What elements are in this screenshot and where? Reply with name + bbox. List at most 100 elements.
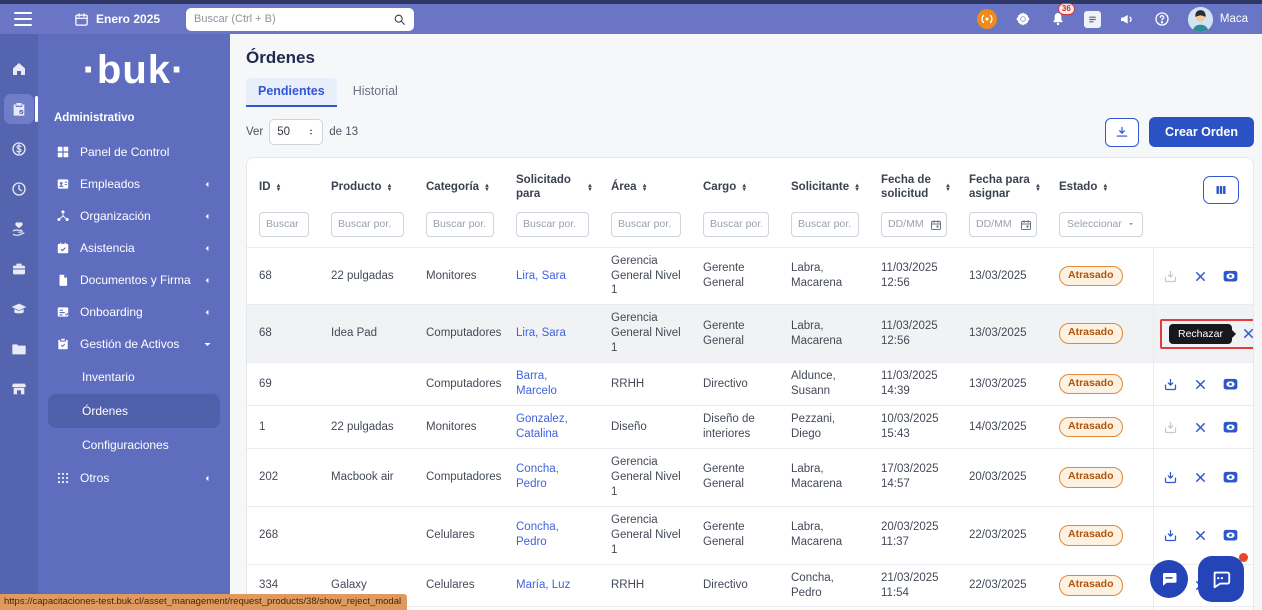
sort-icon[interactable]: ▲▼ [587,184,593,192]
column-header[interactable]: Área▲▼ [599,171,691,203]
assign-order-button[interactable] [1162,376,1179,393]
column-header[interactable]: Estado▲▼ [1047,171,1153,203]
sort-icon[interactable]: ▲▼ [484,184,490,192]
rail-folder-icon[interactable] [4,334,34,364]
notes-icon[interactable] [1084,11,1101,28]
rail-store-icon[interactable] [4,374,34,404]
reject-order-button[interactable] [1192,376,1209,393]
rail-clock-icon[interactable] [4,174,34,204]
cell-solicitante: Aldunce, Susann [779,363,869,405]
cell-estado: Atrasado [1047,519,1153,552]
sidebar-item-empleados[interactable]: Empleados [48,168,220,200]
rail-home-icon[interactable] [4,54,34,84]
employee-link[interactable]: Gonzalez, Catalina [516,413,568,440]
employee-link[interactable]: Lira, Sara [516,270,566,282]
global-search[interactable] [186,8,414,31]
rail-clipboard-icon[interactable] [4,94,34,124]
assign-order-button[interactable] [1162,268,1179,285]
period-selector[interactable]: Enero 2025 [74,12,160,27]
rail-hand-heart-icon[interactable] [4,214,34,244]
sidebar-subitem-2[interactable]: Configuraciones [48,428,220,462]
chat-bubble-button[interactable] [1150,560,1188,598]
view-order-button[interactable] [1222,376,1239,393]
sidebar-subitem-0[interactable]: Inventario [48,360,220,394]
sort-icon[interactable]: ▲▼ [276,184,282,192]
sidebar-item-gestion[interactable]: Gestión de Activos [48,328,220,360]
reject-order-button[interactable] [1192,268,1209,285]
column-header[interactable]: Solicitante▲▼ [779,171,869,203]
create-order-button[interactable]: Crear Orden [1149,117,1254,147]
chevron-left-icon [203,180,212,189]
cell-solicitante: Pezzani, Diego [779,406,869,448]
sidebar-item-org[interactable]: Organización [48,200,220,232]
column-header[interactable]: Categoría▲▼ [414,171,504,203]
rail-briefcase-icon[interactable] [4,254,34,284]
help-icon[interactable] [1153,10,1171,28]
sort-icon[interactable]: ▲▼ [1035,184,1041,192]
record-icon[interactable] [977,9,997,29]
employee-link[interactable]: Concha, Pedro [516,463,559,490]
cell-categoria: Celulares [414,522,504,549]
chat-widget-button[interactable] [1198,556,1244,602]
reject-order-button[interactable] [1192,469,1209,486]
reject-order-button[interactable] [1192,419,1209,436]
assign-order-button[interactable] [1162,469,1179,486]
rail-dollar-icon[interactable] [4,134,34,164]
download-button[interactable] [1105,118,1139,147]
view-order-button[interactable] [1222,419,1239,436]
reject-order-button[interactable] [1240,325,1254,342]
sort-icon[interactable]: ▲▼ [854,184,860,192]
search-input[interactable] [194,13,393,25]
column-header[interactable]: Cargo▲▼ [691,171,779,203]
filter-input[interactable] [516,212,589,237]
employee-link[interactable]: Lira, Sara [516,327,566,339]
column-header[interactable]: Fecha de solicitud▲▼ [869,164,957,210]
cell-area: Diseño [599,414,691,441]
sidebar-item-docs[interactable]: Documentos y Firma [48,264,220,296]
column-settings-button[interactable] [1203,176,1239,204]
column-header[interactable]: Producto▲▼ [319,171,414,203]
sidebar-item-onboarding[interactable]: Onboarding [48,296,220,328]
user-menu[interactable]: Maca [1188,7,1248,32]
filter-input[interactable] [703,212,769,237]
menu-toggle-icon[interactable] [14,12,32,26]
rail-graduation-icon[interactable] [4,294,34,324]
status-filter-select[interactable]: Seleccionar [1059,212,1143,237]
sidebar-subitem-1[interactable]: Órdenes [48,394,220,428]
assign-order-button[interactable] [1162,419,1179,436]
sidebar-item-panel[interactable]: Panel de Control [48,136,220,168]
sort-icon[interactable]: ▲▼ [642,184,648,192]
table-row: 268CelularesConcha, PedroGerencia Genera… [247,506,1253,564]
view-order-button[interactable] [1222,469,1239,486]
assign-order-button[interactable] [1162,527,1179,544]
filter-input[interactable] [791,212,859,237]
view-order-button[interactable] [1222,268,1239,285]
view-order-button[interactable] [1222,527,1239,544]
reject-order-button[interactable] [1192,527,1209,544]
filter-input[interactable] [331,212,404,237]
employee-link[interactable]: Barra, Marcelo [516,370,557,397]
per-page-select[interactable]: 50 [269,119,323,145]
sort-icon[interactable]: ▲▼ [945,184,951,192]
employee-link[interactable]: Concha, Pedro [516,521,559,548]
icon-rail [0,34,38,610]
column-header[interactable]: ID▲▼ [247,171,319,203]
sort-icon[interactable]: ▲▼ [741,184,747,192]
employee-link[interactable]: María, Luz [516,579,570,591]
gear-icon[interactable] [1014,10,1032,28]
cell-fecha-solicitud: 20/03/2025 11:37 [869,514,957,556]
status-badge: Atrasado [1059,575,1123,596]
filter-input[interactable] [259,212,309,237]
sort-icon[interactable]: ▲▼ [386,184,392,192]
megaphone-icon[interactable] [1118,10,1136,28]
sidebar-item-otros[interactable]: Otros [48,462,220,494]
filter-input[interactable] [611,212,681,237]
tab-historial[interactable]: Historial [341,78,410,107]
column-header[interactable]: Solicitado para▲▼ [504,164,599,210]
sort-icon[interactable]: ▲▼ [1102,184,1108,192]
filter-input[interactable] [426,212,494,237]
bell-icon[interactable]: 36 [1049,10,1067,28]
tab-pendientes[interactable]: Pendientes [246,78,337,107]
column-header[interactable]: Fecha para asignar▲▼ [957,164,1047,210]
sidebar-item-asistencia[interactable]: Asistencia [48,232,220,264]
